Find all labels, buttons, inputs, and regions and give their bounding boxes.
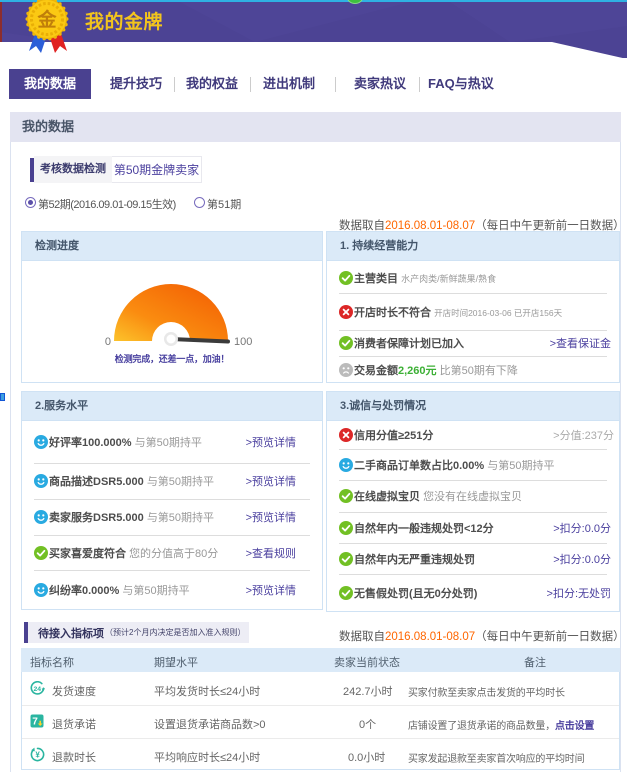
svg-text:金: 金: [36, 8, 57, 31]
svg-text:0: 0: [105, 336, 111, 348]
svg-text:100: 100: [234, 336, 252, 348]
